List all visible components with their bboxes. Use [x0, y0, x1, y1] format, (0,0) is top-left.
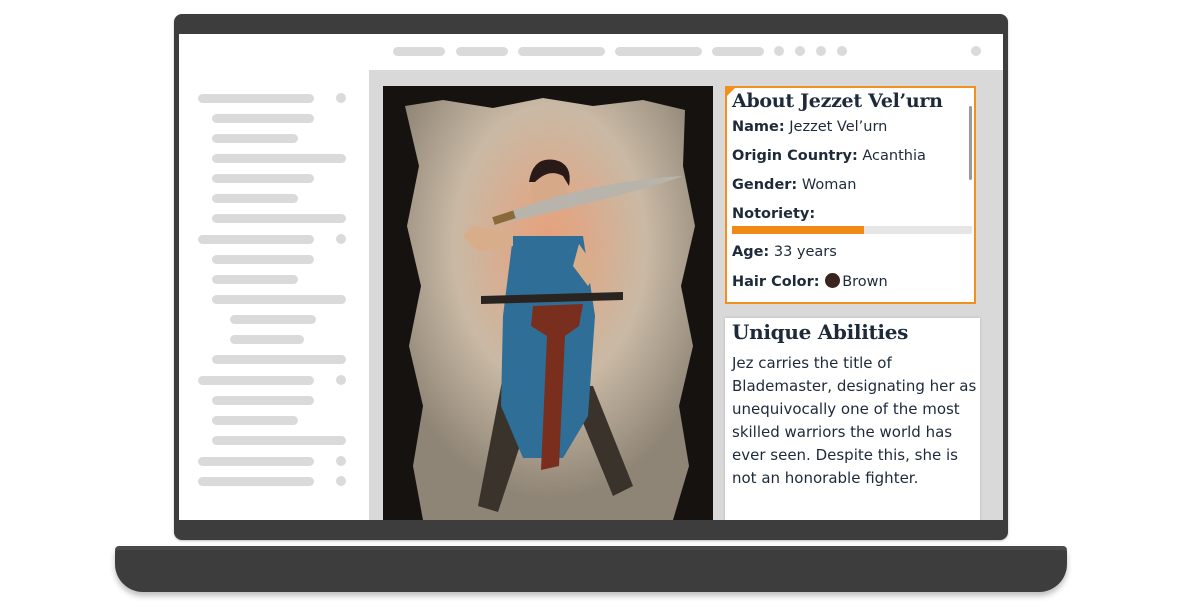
- age-label: Age:: [732, 244, 770, 260]
- age-value: 33 years: [773, 244, 837, 260]
- origin-row: Origin Country: Acanthia: [732, 148, 926, 164]
- sidebar-item-placeholder[interactable]: [230, 315, 316, 324]
- sidebar-item-placeholder[interactable]: [212, 174, 314, 183]
- about-title: About Jezzet Vel’urn: [732, 90, 943, 112]
- sidebar-item-placeholder[interactable]: [212, 255, 314, 264]
- origin-value: Acanthia: [862, 148, 926, 164]
- name-row: Name: Jezzet Vel’urn: [732, 119, 887, 135]
- notoriety-label: Notoriety:: [732, 206, 816, 222]
- hair-row: Hair Color: Brown: [732, 273, 888, 290]
- sidebar-item-placeholder[interactable]: [212, 275, 298, 284]
- sidebar-item-placeholder[interactable]: [212, 396, 314, 405]
- sidebar-item-placeholder[interactable]: [198, 477, 314, 486]
- abilities-panel: Unique Abilities Jez carries the title o…: [725, 318, 980, 520]
- main-content: About Jezzet Vel’urn Name: Jezzet Vel’ur…: [369, 70, 1003, 520]
- top-nav-bar: [179, 34, 1003, 70]
- nav-dot-placeholder[interactable]: [795, 46, 805, 56]
- gender-value: Woman: [801, 177, 857, 193]
- nav-placeholder[interactable]: [393, 47, 445, 56]
- origin-label: Origin Country:: [732, 148, 858, 164]
- sidebar-item-placeholder[interactable]: [198, 457, 314, 466]
- sidebar-item-placeholder[interactable]: [212, 436, 346, 445]
- hair-label: Hair Color:: [732, 274, 820, 290]
- gender-label: Gender:: [732, 177, 798, 193]
- abilities-title: Unique Abilities: [732, 320, 909, 344]
- nav-dot-placeholder[interactable]: [837, 46, 847, 56]
- sidebar-item-placeholder[interactable]: [212, 214, 346, 223]
- sidebar-dot-placeholder[interactable]: [336, 476, 346, 486]
- sidebar-dot-placeholder[interactable]: [336, 456, 346, 466]
- sidebar-dot-placeholder[interactable]: [336, 234, 346, 244]
- name-value: Jezzet Vel’urn: [789, 119, 888, 135]
- laptop-base-lip: [115, 546, 1067, 550]
- sidebar-item-placeholder[interactable]: [198, 376, 314, 385]
- nav-placeholder[interactable]: [615, 47, 702, 56]
- hair-value: Brown: [842, 274, 888, 290]
- nav-placeholder[interactable]: [712, 47, 764, 56]
- sidebar-item-placeholder[interactable]: [230, 335, 304, 344]
- about-panel: About Jezzet Vel’urn Name: Jezzet Vel’ur…: [725, 86, 976, 304]
- character-portrait: [383, 86, 713, 520]
- gender-row: Gender: Woman: [732, 177, 856, 193]
- nav-dot-placeholder[interactable]: [971, 46, 981, 56]
- name-label: Name:: [732, 119, 785, 135]
- laptop-lid: About Jezzet Vel’urn Name: Jezzet Vel’ur…: [174, 14, 1008, 540]
- about-scrollbar[interactable]: [969, 106, 972, 180]
- nav-placeholder[interactable]: [518, 47, 605, 56]
- sidebar-item-placeholder[interactable]: [212, 154, 346, 163]
- character-illustration: [405, 98, 695, 520]
- sidebar-dot-placeholder[interactable]: [336, 375, 346, 385]
- laptop-base: [115, 546, 1067, 592]
- nav-dot-placeholder[interactable]: [816, 46, 826, 56]
- sidebar-item-placeholder[interactable]: [212, 355, 346, 364]
- laptop-screen: About Jezzet Vel’urn Name: Jezzet Vel’ur…: [179, 34, 1003, 520]
- nav-placeholder[interactable]: [456, 47, 508, 56]
- sidebar-item-placeholder[interactable]: [212, 295, 346, 304]
- sidebar-item-placeholder[interactable]: [212, 134, 298, 143]
- sidebar-item-placeholder[interactable]: [198, 94, 314, 103]
- sidebar-dot-placeholder[interactable]: [336, 93, 346, 103]
- notoriety-bar: [732, 226, 972, 234]
- notoriety-bar-fill: [732, 226, 864, 234]
- age-row: Age: 33 years: [732, 244, 837, 260]
- notoriety-row: Notoriety:: [732, 206, 815, 222]
- sidebar-item-placeholder[interactable]: [212, 416, 298, 425]
- sidebar-item-placeholder[interactable]: [212, 194, 298, 203]
- hair-color-swatch: [825, 273, 841, 288]
- sidebar-item-placeholder[interactable]: [198, 235, 314, 244]
- abilities-text: Jez carries the title of Blademaster, de…: [732, 354, 977, 487]
- sidebar: [179, 70, 369, 520]
- nav-dot-placeholder[interactable]: [774, 46, 784, 56]
- sidebar-item-placeholder[interactable]: [212, 114, 314, 123]
